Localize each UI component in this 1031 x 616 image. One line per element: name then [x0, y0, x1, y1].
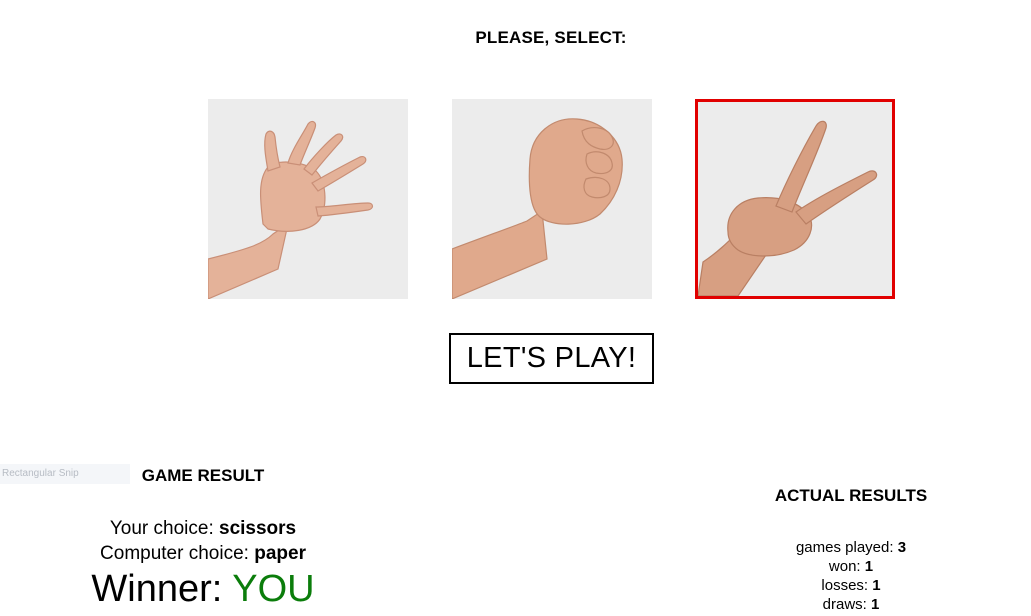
choices-row [208, 99, 895, 299]
game-screen: PLEASE, SELECT: LET'S PLAY! Rectangular … [0, 0, 1031, 616]
games-played-label: games played: [795, 539, 898, 556]
losses-line: losses: 1 [751, 576, 951, 595]
draws-label: draws: [822, 596, 871, 613]
won-line: won: 1 [751, 557, 951, 576]
won-label: won: [828, 558, 865, 575]
computer-choice-value: paper [254, 543, 306, 564]
games-played-value: 3 [897, 539, 907, 556]
won-value: 1 [864, 558, 874, 575]
rock-choice[interactable] [452, 99, 652, 299]
computer-choice-label: Computer choice: [100, 543, 255, 564]
your-choice-label: Your choice: [109, 518, 220, 539]
winner-value: YOU [232, 568, 315, 610]
scissors-choice[interactable] [695, 99, 895, 299]
open-hand-image [208, 99, 408, 299]
v-sign-hand-image [698, 102, 892, 296]
select-heading: PLEASE, SELECT: [475, 28, 627, 47]
game-result-title: GAME RESULT [141, 466, 265, 485]
fist-image [452, 99, 652, 299]
games-played-line: games played: 3 [751, 538, 951, 557]
actual-results-title: ACTUAL RESULTS [774, 486, 928, 505]
winner-label: Winner: [91, 568, 233, 610]
your-choice-value: scissors [219, 518, 297, 539]
winner-line: Winner: YOU [53, 566, 353, 612]
draws-value: 1 [871, 596, 880, 613]
paper-choice[interactable] [208, 99, 408, 299]
your-choice-line: Your choice: scissors [53, 518, 353, 540]
lets-play-button[interactable]: LET'S PLAY! [449, 333, 654, 384]
draws-line: draws: 1 [751, 595, 951, 614]
losses-value: 1 [872, 577, 881, 594]
losses-label: losses: [821, 577, 873, 594]
computer-choice-line: Computer choice: paper [53, 543, 353, 565]
